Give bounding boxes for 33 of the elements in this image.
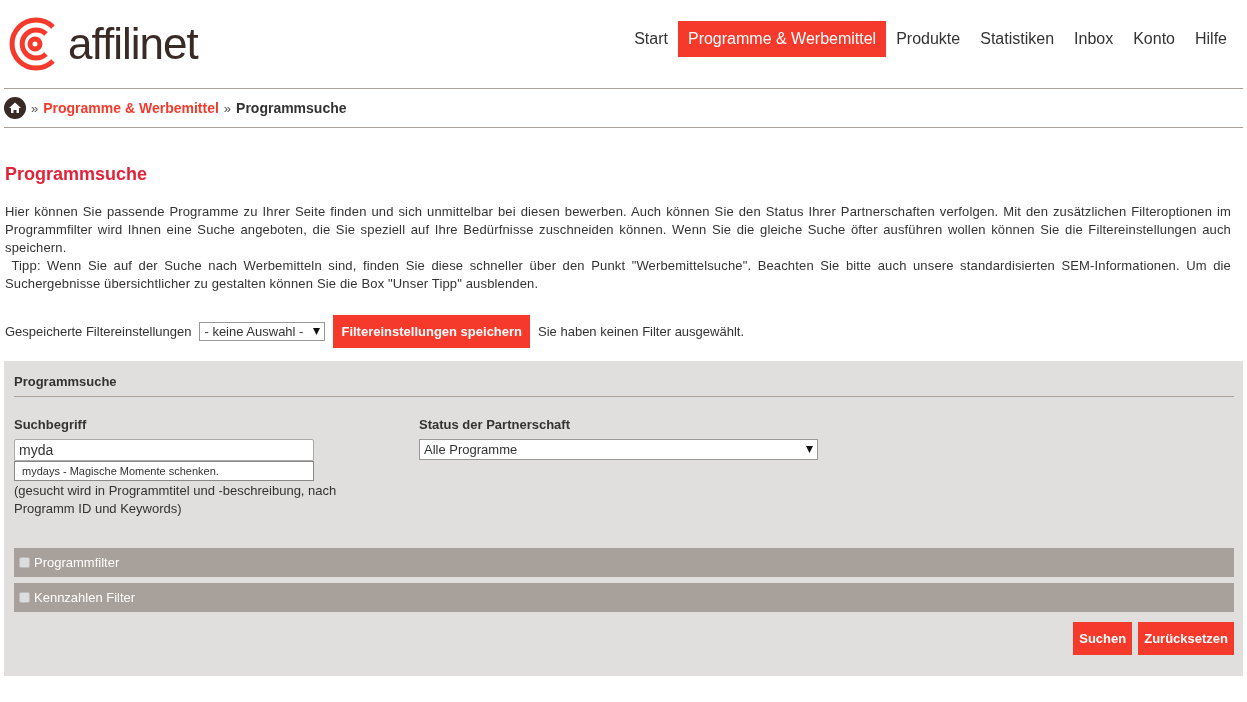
page-title: Programmsuche — [5, 164, 149, 185]
action-button[interactable]: Suchen — [1073, 622, 1133, 655]
section-label: Kennzahlen Filter — [34, 590, 136, 605]
search-label: Suchbegriff — [14, 417, 88, 432]
nav-tab[interactable]: Hilfe — [1185, 21, 1237, 57]
saved-filters-label: Gespeicherte Filtereinstellungen — [5, 324, 192, 339]
action-button[interactable]: Zurücksetzen — [1138, 622, 1234, 655]
search-field[interactable]: myda — [14, 439, 314, 461]
breadcrumb-separator: » — [223, 100, 232, 116]
status-label: Status der Partnerschaft — [419, 417, 571, 432]
caret-icon — [313, 328, 321, 335]
intro-paragraph: Hier können Sie passende Programme zu Ihrer Seite finden und sich unmittelbar bei diesen bewerben. Auch können Sie den Status Ihrer Partnerschaften verfolgen. Mit den zusätzlichen Filteroptionen im Programmfilter wird Ihnen eine Suche angeboten, die Sie speziell auf Ihre Bedürfnisse zuschneiden können. Wenn Sie die gleiche Suche öfter ausführen wollen können Sie die Filtereinstellungen auch speichern. — [5, 203, 1231, 257]
save-filter-button[interactable]: Filtereinstellungen speichern — [333, 315, 531, 348]
breadcrumb-link[interactable]: Programme & Werbemittel — [43, 100, 219, 116]
panel-title: Programmsuche — [14, 361, 1234, 397]
nav-tab[interactable]: Konto — [1123, 21, 1185, 57]
autocomplete-suggestion[interactable]: mydays - Magische Momente schenken. — [14, 461, 314, 481]
section-label: Programmfilter — [34, 555, 120, 570]
nav-tab[interactable]: Start — [624, 21, 678, 57]
filter-status: Sie haben keinen Filter ausgewählt. — [538, 324, 744, 339]
caret-icon — [806, 446, 813, 453]
intro-paragraph: Tipp: Wenn Sie auf der Suche nach Werbemitteln sind, finden Sie diese schneller über den Punkt "Werbemittelsuche". Beachten Sie bitte auch unsere standardisierten SEM-Informationen. Um die Suchergebnisse übersichtlicher zu gestalten können Sie die Box "Unser Tipp" ausblenden. — [5, 257, 1231, 293]
nav-tab[interactable]: Produkte — [886, 21, 971, 57]
search-hint: (gesucht wird in Programmtitel und -beschreibung, nach Programm ID und Keywords) — [14, 482, 338, 518]
nav-tab[interactable]: Programme & Werbemittel — [677, 21, 887, 57]
breadcrumb-separator: » — [31, 100, 39, 116]
breadcrumb-current: Programmsuche — [236, 100, 347, 116]
logo-text: affilinet — [68, 19, 198, 69]
nav-tab[interactable]: Statistiken — [970, 21, 1065, 57]
saved-filters-select[interactable]: - keine Auswahl - — [199, 322, 326, 341]
nav-tab[interactable]: Inbox — [1064, 21, 1124, 57]
home-icon[interactable] — [4, 97, 26, 119]
status-select[interactable]: Alle Programme — [419, 439, 818, 460]
